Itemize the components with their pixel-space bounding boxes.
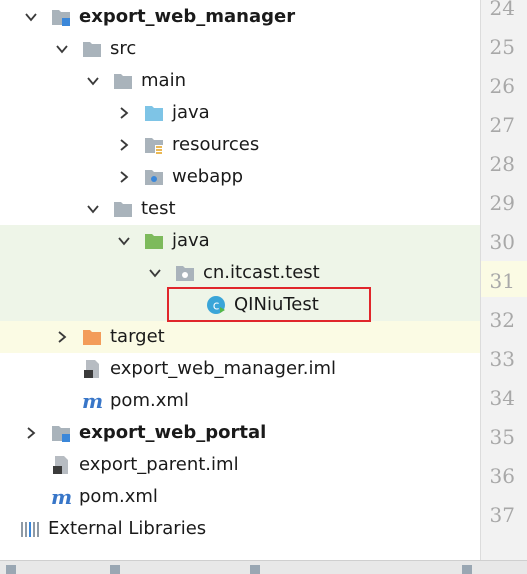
- tree-row-label: export_web_portal: [79, 422, 267, 443]
- resources-folder-icon: [144, 136, 164, 154]
- chevron-right-icon[interactable]: [117, 106, 131, 120]
- iml-file-icon: [82, 359, 102, 378]
- tree-row[interactable]: target: [0, 321, 480, 353]
- chevron-down-icon[interactable]: [148, 266, 162, 280]
- bottom-tab-3[interactable]: [250, 562, 264, 574]
- tree-row[interactable]: cn.itcast.test: [0, 257, 480, 289]
- chevron-down-icon[interactable]: [24, 10, 38, 24]
- line-number: 33: [489, 347, 515, 371]
- tree-row-label: target: [110, 326, 165, 347]
- line-number: 30: [489, 230, 515, 254]
- tree-row[interactable]: export_web_manager.iml: [0, 353, 480, 385]
- tool-icon: [110, 564, 120, 574]
- tree-row[interactable]: src: [0, 33, 480, 65]
- test-source-folder-icon: [144, 232, 164, 250]
- source-folder-icon: [144, 104, 164, 122]
- tree-row-label: export_parent.iml: [79, 454, 239, 475]
- excluded-folder-icon: [82, 328, 102, 346]
- line-number: 37: [489, 503, 515, 527]
- line-number: 34: [489, 386, 515, 410]
- line-number: 31: [489, 269, 515, 293]
- line-number: 35: [489, 425, 515, 449]
- module-folder-icon: [51, 8, 71, 26]
- tree-row-label: pom.xml: [79, 486, 158, 507]
- bottom-tab-2[interactable]: [110, 562, 124, 574]
- tool-icon: [250, 564, 260, 574]
- line-number: 29: [489, 191, 515, 215]
- line-number: 36: [489, 464, 515, 488]
- tree-row-label: test: [141, 198, 176, 219]
- tree-row-label: src: [110, 38, 137, 59]
- chevron-right-icon[interactable]: [117, 170, 131, 184]
- module-folder-icon: [51, 424, 71, 442]
- tree-row-label: webapp: [172, 166, 244, 187]
- tree-row[interactable]: resources: [0, 129, 480, 161]
- editor-line-gutter: 24 25 26 27 28 29 30 31 32 33 34 35 36 37: [480, 0, 527, 560]
- chevron-right-icon[interactable]: [117, 138, 131, 152]
- chevron-right-icon[interactable]: [55, 330, 69, 344]
- folder-icon: [113, 72, 133, 90]
- tree-row-label: External Libraries: [48, 518, 207, 539]
- maven-icon: m: [82, 391, 103, 411]
- tree-row[interactable]: External Libraries: [0, 513, 480, 545]
- chevron-down-icon[interactable]: [86, 202, 100, 216]
- tree-row-label: export_web_manager: [79, 6, 296, 27]
- tree-row[interactable]: m pom.xml: [0, 385, 480, 417]
- tree-row[interactable]: export_web_manager: [0, 1, 480, 33]
- libraries-icon: [20, 520, 40, 538]
- line-number: 25: [489, 35, 515, 59]
- chevron-down-icon[interactable]: [86, 74, 100, 88]
- svg-text:m: m: [82, 391, 103, 411]
- tree-row-label: export_web_manager.iml: [110, 358, 337, 379]
- chevron-right-icon[interactable]: [24, 426, 38, 440]
- selection-annotation-box: [167, 287, 371, 322]
- line-number: 26: [489, 74, 515, 98]
- web-folder-icon: [144, 168, 164, 186]
- tree-row-label: main: [141, 70, 186, 91]
- svg-text:m: m: [51, 487, 72, 507]
- tool-icon: [462, 564, 472, 574]
- tool-icon: [6, 564, 16, 574]
- bottom-tab-1[interactable]: [6, 562, 20, 574]
- line-number: 27: [489, 113, 515, 137]
- project-tree-panel: export_web_managersrc main java resources we…: [0, 0, 480, 560]
- tree-row[interactable]: main: [0, 65, 480, 97]
- bottom-tab-4[interactable]: [462, 562, 476, 574]
- tree-row-label: resources: [172, 134, 260, 155]
- line-number: 28: [489, 152, 515, 176]
- tree-row[interactable]: m pom.xml: [0, 481, 480, 513]
- folder-icon: [82, 40, 102, 58]
- folder-icon: [113, 200, 133, 218]
- tree-row[interactable]: java: [0, 225, 480, 257]
- maven-icon: m: [51, 487, 72, 507]
- tree-row[interactable]: export_web_portal: [0, 417, 480, 449]
- tree-row[interactable]: java: [0, 97, 480, 129]
- tree-row-label: java: [172, 102, 210, 123]
- chevron-down-icon[interactable]: [55, 42, 69, 56]
- iml-file-icon: [51, 455, 71, 474]
- package-icon: [175, 264, 195, 282]
- tree-row[interactable]: export_parent.iml: [0, 449, 480, 481]
- line-number: 32: [489, 308, 515, 332]
- line-number: 24: [489, 0, 515, 20]
- chevron-down-icon[interactable]: [117, 234, 131, 248]
- bottom-tool-strip: [0, 560, 527, 574]
- tree-row[interactable]: webapp: [0, 161, 480, 193]
- tree-row[interactable]: test: [0, 193, 480, 225]
- tree-row-label: java: [172, 230, 210, 251]
- tree-row-label: cn.itcast.test: [203, 262, 320, 283]
- tree-row-label: pom.xml: [110, 390, 189, 411]
